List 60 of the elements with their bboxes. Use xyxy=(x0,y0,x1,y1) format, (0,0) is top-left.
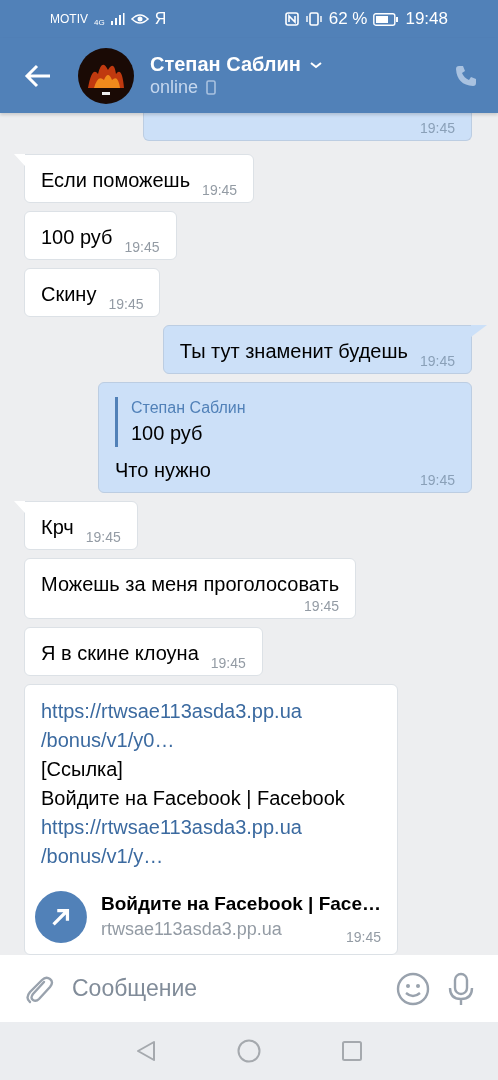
phone-device-icon xyxy=(206,80,217,95)
quote-text: 100 руб xyxy=(131,421,204,446)
message-text: Я в скине клоуна xyxy=(41,641,199,666)
message-text: [Ссылка] xyxy=(41,757,124,782)
back-nav-icon[interactable] xyxy=(135,1040,157,1062)
message-composer[interactable]: Сообщение xyxy=(0,955,498,1022)
chevron-down-icon[interactable] xyxy=(308,59,323,70)
message-text: Ты тут знаменит будешь xyxy=(179,339,408,364)
phone-call-icon[interactable] xyxy=(454,63,478,88)
message-time: 19:45 xyxy=(419,119,455,137)
battery-percent: 62 % xyxy=(328,9,368,29)
message-link[interactable]: /bonus/v1/y0… xyxy=(41,726,381,755)
external-link-icon[interactable] xyxy=(35,889,87,945)
message-time: 19:45 xyxy=(108,295,144,313)
avatar[interactable] xyxy=(78,47,134,104)
eye-icon xyxy=(130,12,149,26)
vibrate-icon xyxy=(304,12,323,26)
message-time: 19:45 xyxy=(345,928,381,946)
preview-title[interactable]: Войдите на Facebook | Face… xyxy=(100,893,381,915)
recents-nav-icon[interactable] xyxy=(341,1040,363,1062)
message-text: Если поможешь xyxy=(41,168,191,193)
message-text: Скину xyxy=(41,282,97,307)
quoted-message[interactable]: Степан Саблин 100 руб xyxy=(115,397,455,447)
message-text: Крч xyxy=(41,515,74,540)
message-bubble[interactable]: https://rtwsae113asda3.pp.ua /bonus/v1/y0… [Ссылка] Войдите на Facebook | Facebook https://rtwsae113asda3.pp.ua /bonus/v1/y… Войдите на Facebook | Face… rtwsae113asda3.pp.ua 19:45 xyxy=(24,684,398,955)
network-type: 4G xyxy=(94,18,105,27)
message-text: 100 руб xyxy=(41,225,113,250)
back-arrow-icon[interactable] xyxy=(24,63,52,88)
quote-author: Степан Саблин xyxy=(131,398,247,418)
message-time: 19:45 xyxy=(124,238,160,256)
message-link[interactable]: https://rtwsae113asda3.pp.ua xyxy=(41,813,381,842)
message-time: 19:45 xyxy=(304,597,340,615)
nfc-icon xyxy=(284,12,299,26)
message-time: 19:45 xyxy=(210,654,246,672)
carrier-name: MOTIV xyxy=(50,12,88,26)
message-bubble[interactable]: Степан Саблин 100 руб Что нужно 19:45 xyxy=(98,382,472,493)
message-time: 19:45 xyxy=(419,471,455,489)
app-glyph: Я xyxy=(154,10,167,28)
message-input[interactable]: Сообщение xyxy=(70,974,380,1003)
message-bubble[interactable]: 100 руб 19:45 xyxy=(24,211,177,260)
message-text: Что нужно xyxy=(115,458,211,483)
smiley-icon[interactable] xyxy=(396,971,430,1006)
signal-icon xyxy=(110,13,125,25)
clock: 19:48 xyxy=(405,9,448,29)
message-bubble[interactable]: Можешь за меня проголосовать 19:45 xyxy=(24,558,357,619)
battery-icon xyxy=(373,12,400,26)
message-bubble[interactable]: Скину 19:45 xyxy=(24,268,161,317)
message-time: 19:45 xyxy=(85,528,121,546)
preview-domain: rtwsae113asda3.pp.ua xyxy=(100,919,282,940)
message-bubble[interactable]: Я в скине клоуна 19:45 xyxy=(24,627,263,676)
home-nav-icon[interactable] xyxy=(237,1039,261,1063)
message-text: Войдите на Facebook | Facebook xyxy=(41,786,346,811)
message-text: Можешь за меня проголосовать xyxy=(41,572,340,597)
online-status: online xyxy=(150,77,199,98)
microphone-icon[interactable] xyxy=(446,971,476,1006)
message-link[interactable]: /bonus/v1/y… xyxy=(41,842,381,871)
message-link[interactable]: https://rtwsae113asda3.pp.ua xyxy=(41,697,381,726)
message-time: 19:45 xyxy=(202,181,238,199)
message-time: 19:45 xyxy=(419,352,455,370)
contact-name[interactable]: Степан Саблин xyxy=(150,53,301,76)
